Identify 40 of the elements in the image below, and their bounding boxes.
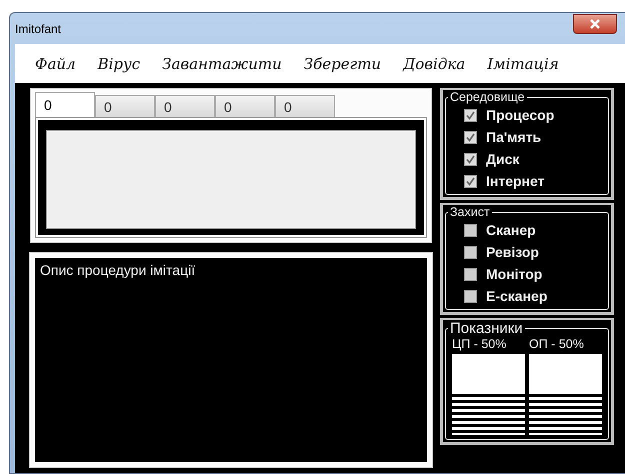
- tab[interactable]: 0: [275, 95, 335, 117]
- group-title: Показники: [449, 320, 524, 337]
- tab[interactable]: 0: [95, 95, 155, 117]
- tab[interactable]: 0: [215, 95, 275, 117]
- checkbox-option[interactable]: Монітор: [464, 263, 608, 285]
- menu-item[interactable]: Довідка: [397, 54, 472, 72]
- group-title: Захист: [449, 205, 491, 219]
- meter-label: ЦП - 50%: [452, 337, 508, 351]
- checkbox-option[interactable]: Процесор: [464, 104, 608, 126]
- close-button[interactable]: [573, 14, 617, 34]
- checkbox-option[interactable]: Па'мять: [464, 126, 608, 148]
- checkmark-icon: [466, 176, 475, 186]
- menu-item[interactable]: Зберегти: [298, 54, 388, 72]
- menu-item[interactable]: Вірус: [92, 54, 146, 72]
- menu-item[interactable]: Імітація: [481, 54, 565, 72]
- checkbox-option[interactable]: Ревізор: [464, 241, 608, 263]
- tab[interactable]: 0: [35, 92, 95, 117]
- checkbox[interactable]: [464, 290, 477, 302]
- menu-item[interactable]: Файл: [29, 54, 82, 72]
- description-text: Опис процедури імітації: [40, 262, 196, 278]
- checkbox[interactable]: [464, 224, 477, 236]
- tab[interactable]: 0: [155, 95, 215, 117]
- checkmark-icon: [466, 132, 475, 142]
- window-title: Imitofant: [15, 22, 62, 36]
- checkbox[interactable]: [464, 152, 477, 166]
- group-title: Середовище: [449, 90, 526, 104]
- checkbox-option[interactable]: Сканер: [464, 219, 608, 241]
- checkbox[interactable]: [464, 108, 477, 122]
- checkbox-option[interactable]: Диск: [464, 148, 608, 170]
- menu-item[interactable]: Завантажити: [156, 54, 288, 72]
- checkbox[interactable]: [464, 174, 477, 188]
- checkmark-icon: [466, 110, 475, 120]
- checkbox-option[interactable]: Е-сканер: [464, 285, 608, 307]
- checkbox[interactable]: [464, 268, 477, 280]
- meter-label: ОП - 50%: [529, 337, 585, 351]
- close-icon: [589, 18, 601, 28]
- checkmark-icon: [466, 154, 475, 164]
- checkbox[interactable]: [464, 246, 477, 258]
- checkbox[interactable]: [464, 130, 477, 144]
- checkbox-option[interactable]: Інтернет: [464, 170, 608, 192]
